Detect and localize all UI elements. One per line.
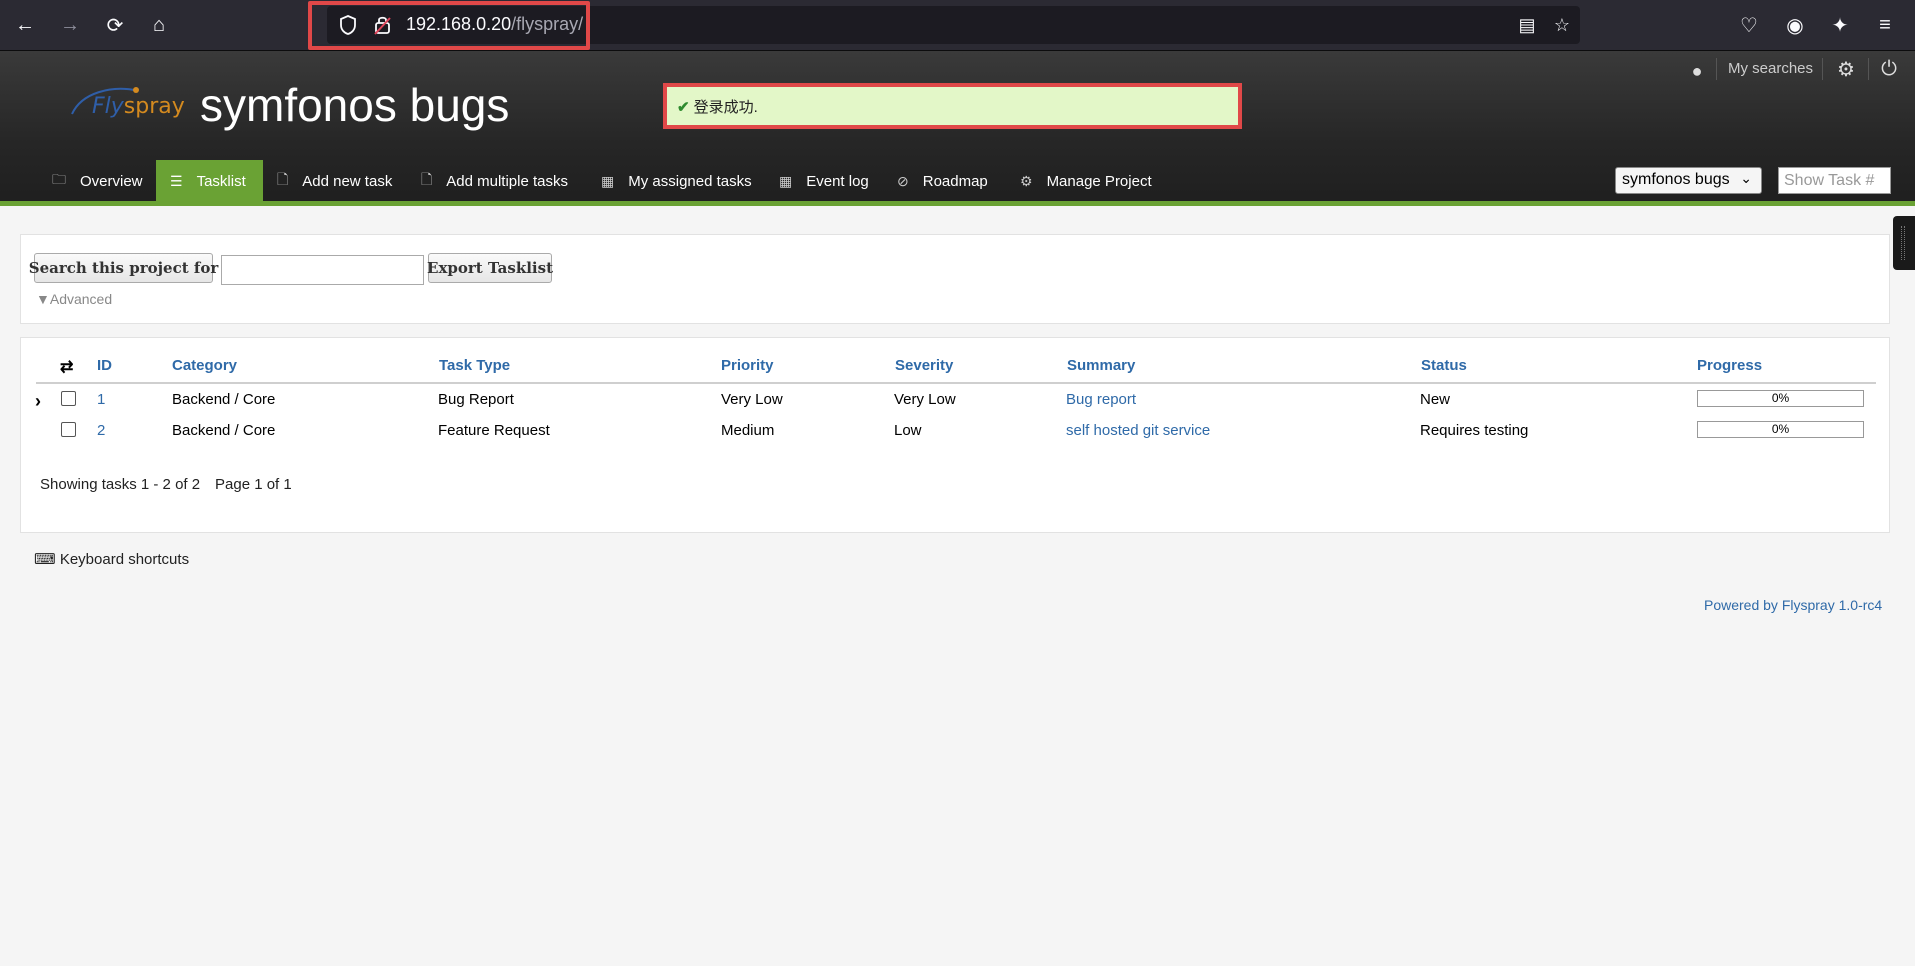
pocket-icon[interactable]: ♡	[1736, 12, 1762, 38]
compass-icon: ⊘	[897, 172, 909, 189]
logout-power-icon[interactable]: ⏻	[1876, 56, 1902, 82]
column-header-id[interactable]: ID	[97, 357, 112, 374]
divider	[1868, 58, 1869, 80]
divider	[1716, 58, 1717, 80]
task-severity: Low	[894, 422, 922, 439]
export-tasklist-button[interactable]: Export Tasklist	[427, 253, 553, 283]
current-row-arrow-icon: ›	[35, 391, 41, 411]
page-indicator: Page 1 of 1	[215, 476, 292, 493]
row-checkbox[interactable]	[61, 422, 76, 437]
task-id-link[interactable]: 2	[97, 422, 105, 439]
keyboard-icon: ⌨	[34, 551, 60, 568]
column-header-task-type[interactable]: Task Type	[439, 357, 510, 374]
list-icon: ☰	[170, 172, 183, 189]
tab-my-assigned-tasks[interactable]: ▦ My assigned tasks	[587, 160, 766, 202]
column-header-priority[interactable]: Priority	[721, 357, 774, 374]
project-select[interactable]: symfonos bugs ⌄	[1615, 167, 1762, 194]
divider	[1822, 58, 1823, 80]
calendar-icon: ▦	[601, 172, 615, 189]
reload-button[interactable]: ⟳	[100, 10, 130, 40]
task-progress-bar: 0%	[1697, 421, 1864, 438]
browser-toolbar: ← → ⟳ ⌂ 192.168.0.20/flyspray/ ▤ ☆ ♡ ◉ ✦…	[0, 0, 1915, 51]
column-header-status[interactable]: Status	[1421, 357, 1467, 374]
flyspray-logo[interactable]: Flyspray	[92, 94, 185, 119]
settings-gears-icon[interactable]: ⚙	[1833, 56, 1859, 82]
file-icon: 🗋	[421, 171, 433, 187]
reader-drive-icon[interactable]: ▤	[1515, 13, 1539, 37]
my-searches-link[interactable]: My searches	[1728, 60, 1813, 77]
table-header-divider	[36, 382, 1876, 384]
task-category: Backend / Core	[172, 422, 276, 439]
menu-icon[interactable]: ≡	[1872, 12, 1898, 38]
tab-event-log[interactable]: ▦ Event log	[765, 160, 883, 202]
search-input[interactable]	[221, 255, 424, 285]
column-header-progress[interactable]: Progress	[1697, 357, 1762, 374]
task-list-panel	[20, 337, 1890, 533]
task-priority: Very Low	[721, 391, 783, 408]
column-header-category[interactable]: Category	[172, 357, 237, 374]
task-status: New	[1420, 391, 1451, 408]
calendar-icon: ▦	[779, 172, 793, 189]
success-text: 登录成功.	[693, 99, 758, 116]
task-status: Requires testing	[1420, 422, 1529, 439]
bookmark-star-icon[interactable]: ☆	[1550, 13, 1574, 37]
tab-tasklist[interactable]: ☰ Tasklist	[156, 160, 263, 202]
column-header-summary[interactable]: Summary	[1067, 357, 1135, 374]
search-button[interactable]: Search this project for	[29, 253, 218, 283]
show-task-input[interactable]: Show Task #	[1778, 167, 1891, 194]
showing-tasks-count: Showing tasks 1 - 2 of 2	[40, 476, 201, 493]
tab-add-new-task[interactable]: 🗋 Add new task	[263, 160, 406, 202]
powered-by-link[interactable]: Powered by Flyspray 1.0-rc4	[1704, 597, 1882, 613]
tab-add-multiple-tasks[interactable]: 🗋 Add multiple tasks	[407, 160, 582, 202]
side-panel-handle[interactable]	[1893, 216, 1915, 270]
forward-button[interactable]: →	[55, 10, 85, 40]
keyboard-shortcuts-link[interactable]: ⌨ Keyboard shortcuts	[34, 550, 189, 568]
toggle-columns-icon[interactable]: ⇄	[60, 357, 73, 377]
task-severity: Very Low	[894, 391, 956, 408]
extensions-icon[interactable]: ✦	[1827, 12, 1853, 38]
task-type: Feature Request	[438, 422, 550, 439]
task-progress-bar: 0%	[1697, 390, 1864, 407]
column-header-severity[interactable]: Severity	[895, 357, 953, 374]
home-button[interactable]: ⌂	[144, 10, 174, 40]
task-category: Backend / Core	[172, 391, 276, 408]
task-summary-link[interactable]: self hosted git service	[1066, 422, 1210, 439]
gear-icon: ⚙	[1020, 172, 1033, 189]
success-message: ✔ 登录成功.	[663, 83, 1242, 129]
task-id-link[interactable]: 1	[97, 391, 105, 408]
file-icon: 🗋	[277, 171, 289, 187]
tab-manage-project[interactable]: ⚙ Manage Project	[1006, 160, 1166, 202]
account-icon[interactable]: ◉	[1782, 12, 1808, 38]
tab-roadmap[interactable]: ⊘ Roadmap	[883, 160, 1002, 202]
folder-icon: 🗀	[52, 171, 66, 187]
site-title[interactable]: symfonos bugs	[200, 78, 509, 132]
advanced-toggle[interactable]: ▼Advanced	[36, 291, 112, 307]
chevron-down-icon: ⌄	[1740, 170, 1752, 186]
check-icon: ✔	[677, 99, 690, 116]
user-icon[interactable]: ●	[1684, 58, 1710, 84]
task-priority: Medium	[721, 422, 775, 439]
task-type: Bug Report	[438, 391, 514, 408]
tab-overview[interactable]: 🗀 Overview	[38, 160, 157, 202]
task-summary-link[interactable]: Bug report	[1066, 391, 1136, 408]
row-checkbox[interactable]	[61, 391, 76, 406]
url-highlight-annotation	[308, 1, 590, 50]
back-button[interactable]: ←	[10, 10, 40, 40]
